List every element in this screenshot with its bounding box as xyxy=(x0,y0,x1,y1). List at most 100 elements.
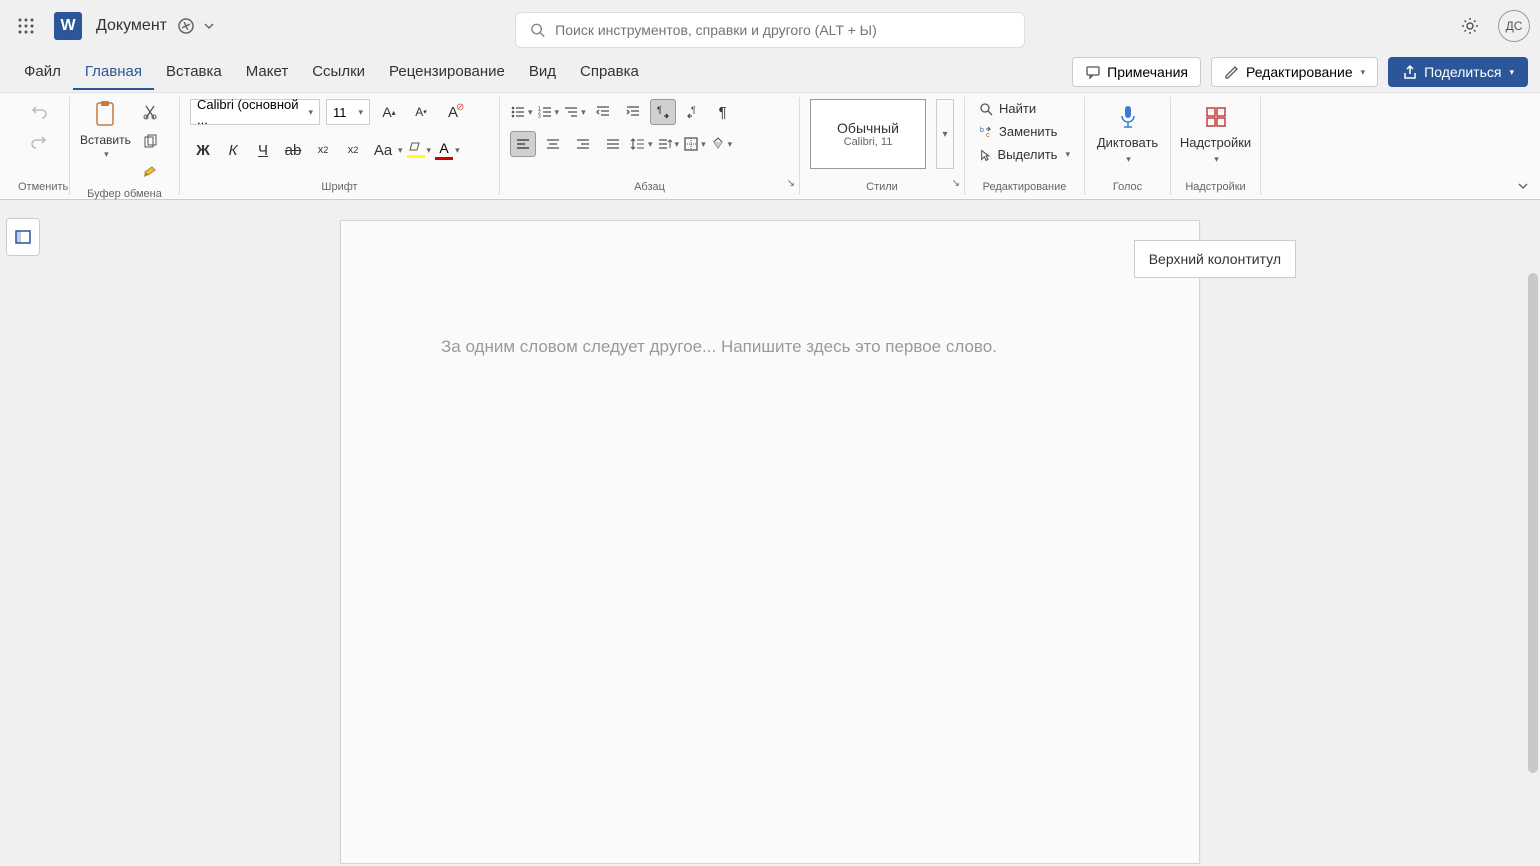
editing-label: Редактирование xyxy=(1246,64,1353,80)
style-detail: Calibri, 11 xyxy=(844,136,893,148)
comments-button[interactable]: Примечания xyxy=(1072,57,1201,87)
dictate-label: Диктовать xyxy=(1097,135,1158,150)
find-button[interactable]: Найти xyxy=(975,99,1074,118)
chevron-down-icon: ▾ xyxy=(104,149,109,160)
search-icon xyxy=(979,102,993,116)
svg-text:3: 3 xyxy=(538,114,541,120)
tab-home[interactable]: Главная xyxy=(73,55,154,90)
vertical-scrollbar[interactable] xyxy=(1526,203,1540,866)
subscript-button[interactable]: x2 xyxy=(310,137,336,163)
scrollbar-thumb[interactable] xyxy=(1528,273,1538,773)
chevron-down-icon: ▾ xyxy=(1214,154,1219,165)
tab-insert[interactable]: Вставка xyxy=(154,55,234,90)
replace-button[interactable]: bcЗаменить xyxy=(975,122,1074,141)
paste-button[interactable]: Вставить ▾ xyxy=(80,99,131,160)
redo-button[interactable] xyxy=(26,129,52,155)
document-name[interactable]: Документ xyxy=(96,17,167,35)
cut-button[interactable] xyxy=(137,99,163,125)
tab-references[interactable]: Ссылки xyxy=(300,55,377,90)
chevron-down-icon: ▾ xyxy=(1509,67,1514,78)
select-label: Выделить xyxy=(997,147,1057,162)
group-label-undo: Отменить xyxy=(18,178,59,193)
tab-layout[interactable]: Макет xyxy=(234,55,300,90)
increase-font-button[interactable]: A▴ xyxy=(376,99,402,125)
svg-text:¶: ¶ xyxy=(691,105,696,115)
align-right-button[interactable] xyxy=(570,131,596,157)
ribbon-collapse-button[interactable] xyxy=(1516,179,1530,193)
paste-label: Вставить xyxy=(80,133,131,147)
word-icon: W xyxy=(54,12,82,40)
comment-icon xyxy=(1085,64,1101,80)
settings-icon[interactable] xyxy=(1460,16,1480,36)
change-case-button[interactable]: Aa▾ xyxy=(370,137,403,163)
title-bar: W Документ ДС xyxy=(0,0,1540,52)
find-label: Найти xyxy=(999,101,1036,116)
header-callout[interactable]: Верхний колонтитул xyxy=(1134,240,1296,278)
group-label-editing: Редактирование xyxy=(975,178,1074,193)
clear-format-button[interactable]: A⊘ xyxy=(440,99,466,125)
ltr-direction-button[interactable]: ¶ xyxy=(650,99,676,125)
style-normal[interactable]: Обычный Calibri, 11 xyxy=(810,99,926,169)
tab-help[interactable]: Справка xyxy=(568,55,651,90)
bullets-button[interactable]: ▾ xyxy=(510,104,533,120)
justify-button[interactable] xyxy=(600,131,626,157)
increase-indent-button[interactable] xyxy=(620,99,646,125)
borders-button[interactable]: ▾ xyxy=(683,136,706,152)
svg-text:c: c xyxy=(986,132,990,139)
page[interactable]: За одним словом следует другое... Напиши… xyxy=(340,220,1200,864)
addins-label: Надстройки xyxy=(1180,135,1251,150)
superscript-button[interactable]: x2 xyxy=(340,137,366,163)
document-canvas[interactable]: За одним словом следует другое... Напиши… xyxy=(0,200,1540,864)
microphone-icon xyxy=(1114,103,1142,131)
numbering-button[interactable]: 123▾ xyxy=(537,104,560,120)
user-avatar[interactable]: ДС xyxy=(1498,10,1530,42)
search-box[interactable] xyxy=(515,12,1025,48)
copy-button[interactable] xyxy=(137,129,163,155)
undo-button[interactable] xyxy=(26,99,52,125)
dictate-button[interactable]: Диктовать ▾ xyxy=(1089,99,1166,169)
select-button[interactable]: Выделить▾ xyxy=(975,145,1074,164)
show-marks-button[interactable]: ¶ xyxy=(710,99,736,125)
tab-review[interactable]: Рецензирование xyxy=(377,55,517,90)
decrease-font-button[interactable]: A▾ xyxy=(408,99,434,125)
styles-gallery-expand[interactable]: ▾ xyxy=(936,99,954,169)
document-menu-chevron[interactable] xyxy=(203,20,215,32)
align-center-button[interactable] xyxy=(540,131,566,157)
tab-file[interactable]: Файл xyxy=(12,55,73,90)
group-label-paragraph: Абзац xyxy=(510,178,789,193)
search-input[interactable] xyxy=(555,22,1010,38)
cursor-icon xyxy=(979,148,991,162)
format-painter-button[interactable] xyxy=(137,159,163,185)
styles-dialog-launcher[interactable]: ↘ xyxy=(952,178,960,189)
align-left-button[interactable] xyxy=(510,131,536,157)
addins-button[interactable]: Надстройки ▾ xyxy=(1172,99,1259,169)
paragraph-dialog-launcher[interactable]: ↘ xyxy=(787,178,795,189)
style-name: Обычный xyxy=(837,120,899,136)
font-name-select[interactable]: Calibri (основной ...▾ xyxy=(190,99,320,125)
replace-icon: bc xyxy=(979,125,993,139)
font-size-value: 11 xyxy=(333,105,347,120)
share-button[interactable]: Поделиться ▾ xyxy=(1388,57,1528,87)
app-launcher-button[interactable] xyxy=(10,10,42,42)
bold-button[interactable]: Ж xyxy=(190,137,216,163)
decrease-indent-button[interactable] xyxy=(590,99,616,125)
multilevel-list-button[interactable]: ▾ xyxy=(563,104,586,120)
strikethrough-button[interactable]: ab xyxy=(280,137,306,163)
share-icon xyxy=(1402,64,1418,80)
rtl-direction-button[interactable]: ¶ xyxy=(680,99,706,125)
font-color-button[interactable]: A▾ xyxy=(435,140,460,160)
tab-view[interactable]: Вид xyxy=(517,55,568,90)
highlight-button[interactable]: ▾ xyxy=(407,142,432,158)
underline-button[interactable]: Ч xyxy=(250,137,276,163)
navigation-pane-button[interactable] xyxy=(6,218,40,256)
line-spacing-button[interactable]: ▾ xyxy=(630,136,653,152)
font-size-select[interactable]: 11▾ xyxy=(326,99,370,125)
paragraph-spacing-button[interactable]: ▾ xyxy=(657,136,680,152)
chevron-down-icon: ▾ xyxy=(1126,154,1131,165)
shading-button[interactable]: ▾ xyxy=(710,136,733,152)
editing-mode-button[interactable]: Редактирование ▾ xyxy=(1211,57,1378,87)
ribbon: Отменить Вставить ▾ Буфер обмена Calibri… xyxy=(0,92,1540,200)
pencil-icon xyxy=(1224,64,1240,80)
italic-button[interactable]: К xyxy=(220,137,246,163)
addins-icon xyxy=(1202,103,1230,131)
